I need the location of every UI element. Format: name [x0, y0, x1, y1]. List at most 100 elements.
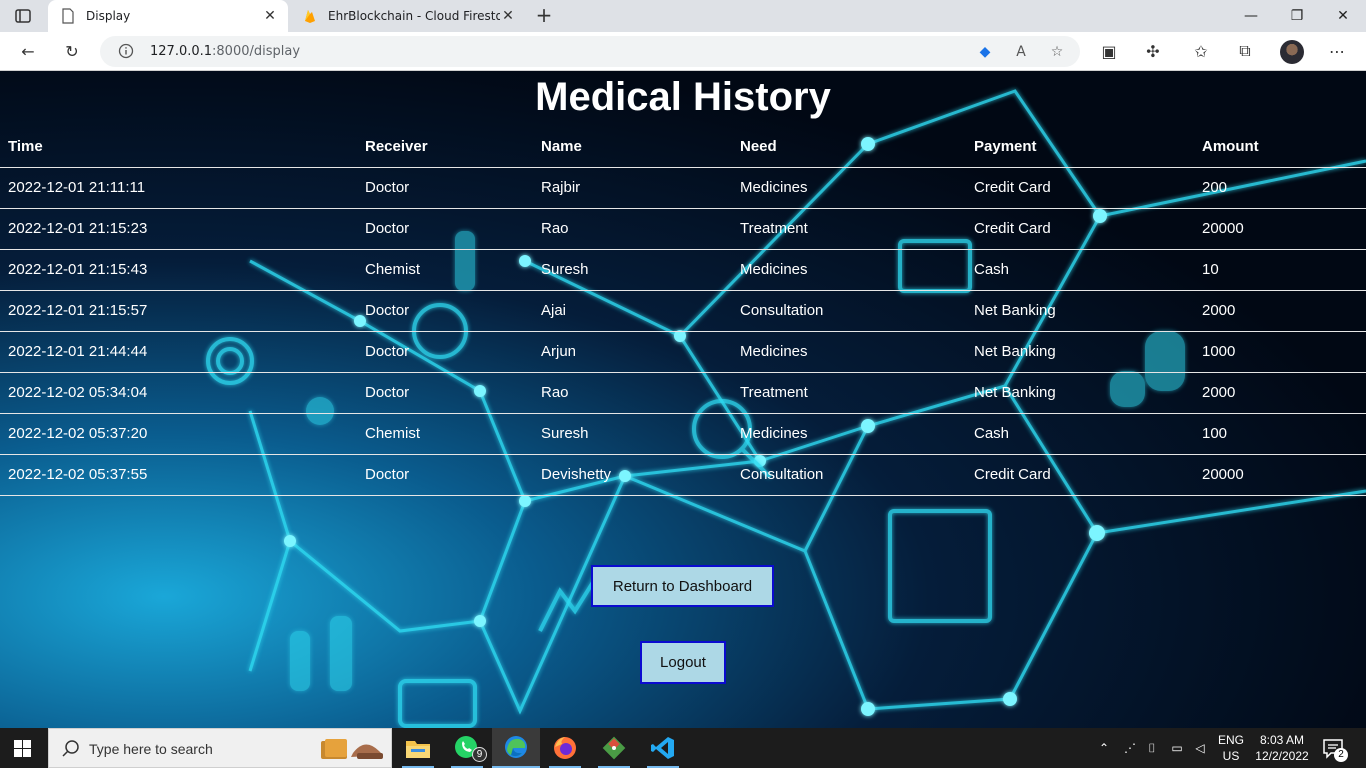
table-row: 2022-12-01 21:44:44 Doctor Arjun Medicin… [0, 330, 1366, 372]
tab-actions-icon[interactable] [14, 7, 32, 25]
refresh-icon[interactable]: ↻ [61, 40, 83, 62]
clock-time: 8:03 AM [1259, 733, 1305, 747]
taskbar-edge[interactable] [492, 728, 540, 768]
address-bar[interactable]: 127.0.0.1:8000/display ◆ A ☆ [100, 36, 1080, 67]
info-icon[interactable] [118, 43, 134, 59]
add-favorite-icon[interactable]: ☆ [1048, 43, 1066, 61]
table-row: 2022-12-01 21:15:57 Doctor Ajai Consulta… [0, 289, 1366, 331]
extensions-icon[interactable]: ✣ [1142, 40, 1164, 62]
windows-taskbar: Type here to search 9 ⌃ ⋰ ⌷ ▭ ◁ ENG US 8… [0, 728, 1366, 768]
cell-payment: Net Banking [966, 289, 1194, 331]
cell-need: Consultation [732, 453, 966, 496]
meet-now-icon[interactable]: ⌷ [1142, 728, 1162, 768]
cell-need: Consultation [732, 289, 966, 331]
cell-receiver: Chemist [357, 248, 533, 290]
language-region: US [1222, 749, 1240, 763]
taskbar-vscode[interactable] [639, 728, 687, 768]
back-icon[interactable]: ← [17, 40, 39, 62]
column-header-amount: Amount [1202, 138, 1259, 156]
cell-name: Suresh [533, 412, 732, 454]
cell-name: Suresh [533, 248, 732, 290]
close-tab-icon[interactable]: ✕ [500, 8, 516, 24]
favorites-icon[interactable]: ✩ [1190, 40, 1212, 62]
notification-count-badge: 2 [1334, 748, 1348, 762]
battery-icon[interactable]: ▭ [1166, 728, 1188, 768]
cell-time: 2022-12-01 21:15:23 [0, 207, 357, 249]
minimize-icon[interactable]: — [1228, 0, 1274, 32]
profile-avatar[interactable] [1280, 40, 1304, 64]
column-header-receiver: Receiver [365, 138, 428, 156]
cell-amount: 20000 [1194, 453, 1366, 496]
page-icon [62, 8, 74, 24]
taskbar-firefox[interactable] [541, 728, 589, 768]
more-menu-icon[interactable]: ⋯ [1326, 40, 1348, 62]
firebase-icon [305, 10, 315, 23]
language-indicator[interactable]: ENG US [1214, 732, 1248, 764]
url-text: 127.0.0.1:8000/display [150, 44, 300, 59]
cell-receiver: Doctor [357, 207, 533, 249]
cell-name: Devishetty [533, 453, 732, 496]
restore-icon[interactable]: ❐ [1274, 0, 1320, 32]
close-tab-icon[interactable]: ✕ [262, 8, 278, 24]
read-aloud-icon[interactable]: A [1012, 43, 1030, 61]
browser-tab-strip: Display ✕ EhrBlockchain - Cloud Firestor… [0, 0, 1366, 32]
page-title: Medical History [535, 75, 831, 119]
table-header-row: Time Receiver Name Need Payment Amount [0, 127, 1366, 167]
cell-receiver: Doctor [357, 371, 533, 413]
vscode-icon [651, 737, 674, 759]
windows-start-icon[interactable] [14, 740, 31, 757]
taskbar-whatsapp[interactable]: 9 [443, 728, 491, 768]
table-row: 2022-12-02 05:37:55 Doctor Devishetty Co… [0, 453, 1366, 496]
volume-icon[interactable]: ◁ [1190, 728, 1210, 768]
cell-name: Arjun [533, 330, 732, 372]
cell-payment: Net Banking [966, 330, 1194, 372]
cell-need: Medicines [732, 166, 966, 208]
cell-time: 2022-12-01 21:15:43 [0, 248, 357, 290]
cell-name: Rao [533, 207, 732, 249]
cell-name: Rao [533, 371, 732, 413]
show-hidden-icons-icon[interactable]: ⌃ [1094, 728, 1114, 768]
return-to-dashboard-button[interactable]: Return to Dashboard [591, 565, 774, 607]
cell-need: Treatment [732, 207, 966, 249]
taskbar-search-box[interactable]: Type here to search [48, 728, 392, 768]
table-row: 2022-12-02 05:34:04 Doctor Rao Treatment… [0, 371, 1366, 413]
cell-amount: 100 [1194, 412, 1366, 454]
table-row: 2022-12-02 05:37:20 Chemist Suresh Medic… [0, 412, 1366, 454]
close-icon[interactable]: ✕ [1320, 0, 1366, 32]
network-icon[interactable]: ⋰ [1120, 728, 1140, 768]
search-highlight-icon [321, 739, 383, 759]
cell-need: Treatment [732, 371, 966, 413]
search-placeholder: Type here to search [89, 741, 213, 757]
cell-name: Rajbir [533, 166, 732, 208]
cell-time: 2022-12-01 21:44:44 [0, 330, 357, 372]
cell-time: 2022-12-01 21:11:11 [0, 166, 357, 208]
cell-receiver: Doctor [357, 166, 533, 208]
cell-need: Medicines [732, 412, 966, 454]
cell-time: 2022-12-02 05:37:20 [0, 412, 357, 454]
cell-need: Medicines [732, 330, 966, 372]
cell-receiver: Doctor [357, 453, 533, 496]
logout-button[interactable]: Logout [640, 641, 726, 684]
language-code: ENG [1217, 733, 1244, 747]
system-clock[interactable]: 8:03 AM 12/2/2022 [1248, 732, 1316, 764]
tab-display[interactable]: Display ✕ [48, 0, 288, 32]
collections-app-icon[interactable]: ▣ [1098, 40, 1120, 62]
cell-payment: Credit Card [966, 453, 1194, 496]
git-icon [602, 736, 626, 760]
coupon-tag-icon[interactable]: ◆ [976, 43, 994, 61]
taskbar-file-explorer[interactable] [394, 728, 442, 768]
taskbar-git[interactable] [590, 728, 638, 768]
whatsapp-badge: 9 [472, 747, 487, 762]
collections-icon[interactable]: ⧉ [1234, 40, 1256, 62]
browser-toolbar: ← ↻ 127.0.0.1:8000/display ◆ A ☆ ▣ ✣ ✩ ⧉… [0, 32, 1366, 71]
column-header-time: Time [8, 138, 43, 156]
cell-payment: Credit Card [966, 207, 1194, 249]
url-host: 127.0.0.1 [150, 44, 213, 59]
medical-history-table: Time Receiver Name Need Payment Amount 2… [0, 127, 1366, 496]
clock-date: 12/2/2022 [1255, 749, 1309, 763]
tab-firestore[interactable]: EhrBlockchain - Cloud Firestore - ✕ [290, 0, 526, 32]
column-header-payment: Payment [974, 138, 1037, 156]
cell-time: 2022-12-01 21:15:57 [0, 289, 357, 331]
new-tab-icon[interactable]: + [534, 5, 554, 26]
table-row: 2022-12-01 21:11:11 Doctor Rajbir Medici… [0, 166, 1366, 208]
